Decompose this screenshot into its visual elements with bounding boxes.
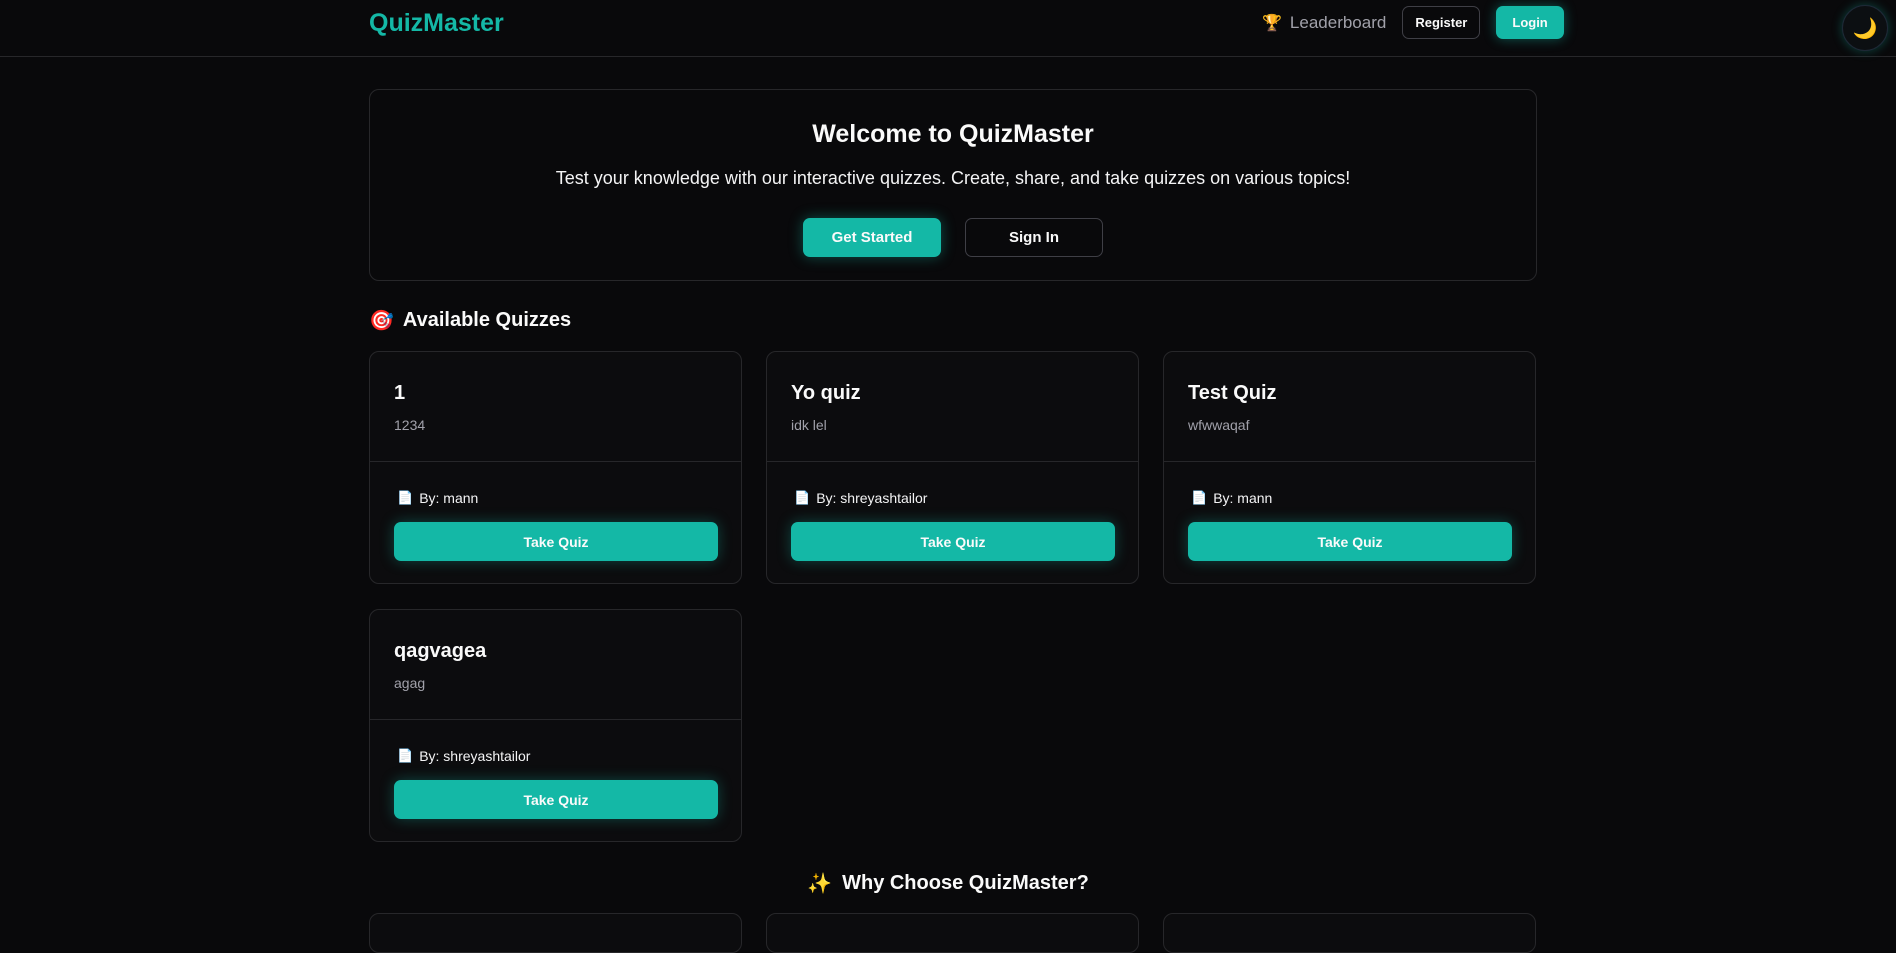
take-quiz-button[interactable]: Take Quiz [394, 780, 718, 819]
sparkles-icon: ✨ [807, 873, 833, 895]
hero-title: Welcome to QuizMaster [812, 120, 1094, 148]
moon-icon: 🌙 [1852, 17, 1878, 40]
author-label: By: mann [1213, 490, 1273, 506]
leaderboard-label: Leaderboard [1289, 12, 1387, 32]
take-quiz-button[interactable]: Take Quiz [1188, 522, 1512, 561]
quiz-title: qagvagea [394, 640, 487, 662]
quiz-description: 1234 [394, 417, 426, 433]
quiz-title: 1 [394, 382, 406, 404]
take-quiz-button[interactable]: Take Quiz [394, 522, 718, 561]
welcome-hero: Welcome to QuizMaster Test your knowledg… [369, 89, 1537, 281]
document-icon: 📄 [397, 748, 414, 763]
theme-toggle-button[interactable]: 🌙 [1842, 5, 1888, 51]
quiz-card: qagvagea agag 📄 By: shreyashtailor Take … [369, 609, 742, 842]
quiz-title: Yo quiz [791, 382, 861, 404]
get-started-button[interactable]: Get Started [803, 218, 941, 257]
quiz-title: Test Quiz [1188, 382, 1277, 404]
quiz-description: wfwwaqaf [1188, 417, 1250, 433]
author-label: By: shreyashtailor [816, 490, 928, 506]
leaderboard-link[interactable]: 🏆 Leaderboard [1262, 13, 1386, 33]
nav-actions: 🏆 Leaderboard Register Login [1262, 6, 1564, 39]
feature-card [1163, 913, 1536, 953]
why-title-label: Why Choose QuizMaster? [842, 872, 1089, 894]
register-button[interactable]: Register [1402, 6, 1481, 39]
quiz-author: 📄 By: mann [397, 490, 478, 506]
feature-card [766, 913, 1139, 953]
quiz-author: 📄 By: shreyashtailor [794, 490, 927, 506]
trophy-icon: 🏆 [1262, 14, 1282, 32]
document-icon: 📄 [794, 490, 811, 505]
target-icon: 🎯 [369, 310, 394, 332]
document-icon: 📄 [397, 490, 414, 505]
feature-card [369, 913, 742, 953]
sign-in-button[interactable]: Sign In [965, 218, 1103, 257]
card-divider [767, 461, 1138, 462]
login-button[interactable]: Login [1496, 6, 1564, 39]
brand-logo[interactable]: QuizMaster [369, 9, 504, 38]
quiz-author: 📄 By: mann [1191, 490, 1272, 506]
hero-subtitle: Test your knowledge with our interactive… [555, 168, 1351, 188]
quiz-card: Yo quiz idk lel 📄 By: shreyashtailor Tak… [766, 351, 1139, 584]
author-label: By: mann [419, 490, 479, 506]
document-icon: 📄 [1191, 490, 1208, 505]
why-choose-heading: ✨ Why Choose QuizMaster? [0, 871, 1896, 896]
section-title-label: Available Quizzes [402, 309, 572, 331]
author-label: By: shreyashtailor [419, 748, 531, 764]
quiz-description: idk lel [791, 417, 827, 433]
quiz-author: 📄 By: shreyashtailor [397, 748, 530, 764]
card-divider [370, 719, 741, 720]
card-divider [1164, 461, 1535, 462]
available-quizzes-heading: 🎯 Available Quizzes [369, 308, 571, 333]
navbar: QuizMaster 🏆 Leaderboard Register Login [0, 0, 1896, 57]
quiz-description: agag [394, 675, 426, 691]
quiz-card: Test Quiz wfwwaqaf 📄 By: mann Take Quiz [1163, 351, 1536, 584]
hero-actions: Get Started Sign In [370, 218, 1536, 257]
card-divider [370, 461, 741, 462]
take-quiz-button[interactable]: Take Quiz [791, 522, 1115, 561]
quiz-card: 1 1234 📄 By: mann Take Quiz [369, 351, 742, 584]
